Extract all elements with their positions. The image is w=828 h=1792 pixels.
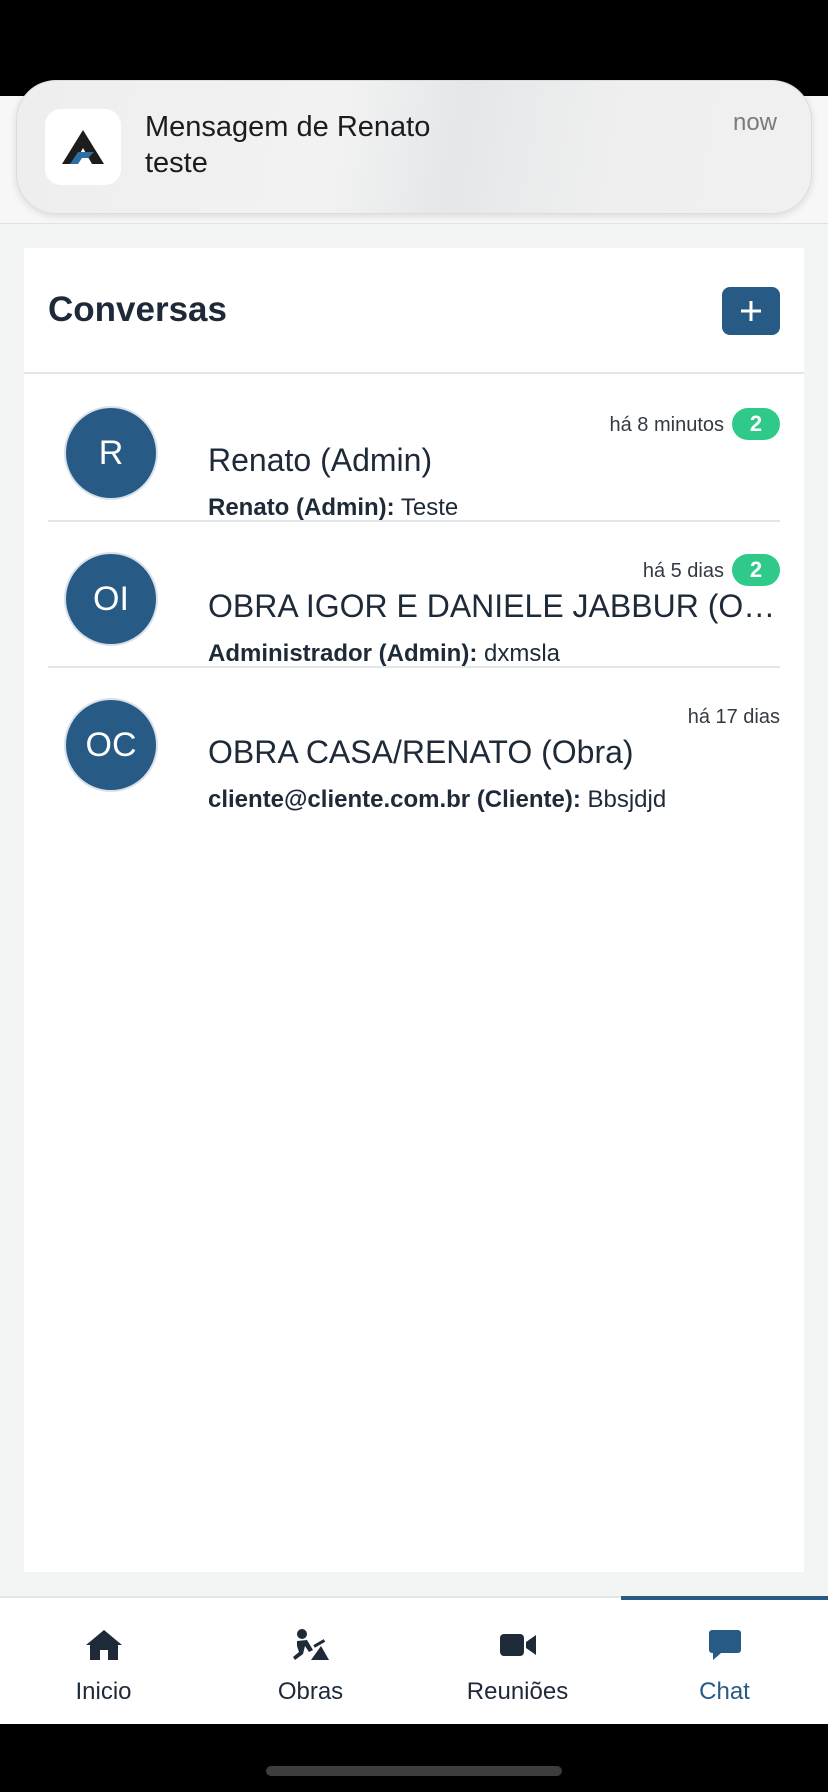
conversations-card: Conversas R há 8 minutos 2 Renato (Admin… bbox=[24, 248, 804, 1572]
conversation-time: há 8 minutos bbox=[609, 414, 724, 436]
notification-time: now bbox=[732, 109, 777, 136]
unread-badge: 2 bbox=[732, 408, 780, 440]
conversation-name: OBRA IGOR E DANIELE JABBUR (Obra) bbox=[208, 588, 780, 624]
construction-worker-icon bbox=[207, 1626, 414, 1664]
tab-chat[interactable]: Chat bbox=[621, 1598, 828, 1724]
preview-sender: Renato (Admin): bbox=[208, 494, 395, 521]
unread-badge: 2 bbox=[732, 554, 780, 586]
conversation-item[interactable]: R há 8 minutos 2 Renato (Admin) Renato (… bbox=[48, 376, 780, 522]
preview-message: dxmsla bbox=[484, 640, 561, 667]
notification-banner[interactable]: Mensagem de Renato teste now bbox=[16, 80, 812, 214]
screen: Mensagem de Renato teste now Conversas R… bbox=[0, 0, 828, 1792]
app-logo-icon bbox=[45, 109, 121, 185]
tab-obras[interactable]: Obras bbox=[207, 1598, 414, 1724]
notification-title: Mensagem de Renato bbox=[145, 111, 431, 143]
conversation-preview: cliente@cliente.com.br (Cliente): Bbsjdj… bbox=[208, 786, 666, 814]
video-camera-icon bbox=[414, 1626, 621, 1664]
conversation-preview: Administrador (Admin): dxmsla bbox=[208, 640, 560, 668]
tab-reunioes[interactable]: Reuniões bbox=[414, 1598, 621, 1724]
conversation-time: há 5 dias bbox=[642, 560, 724, 582]
page-title: Conversas bbox=[48, 290, 227, 329]
tab-label: Reuniões bbox=[466, 1678, 569, 1705]
avatar: R bbox=[64, 406, 158, 500]
avatar: OI bbox=[64, 552, 158, 646]
tab-label: Chat bbox=[699, 1678, 750, 1705]
conversation-preview: Renato (Admin): Teste bbox=[208, 494, 458, 522]
tab-bar: Inicio Obras Reuniões Chat bbox=[0, 1596, 828, 1724]
conversation-name: Renato (Admin) bbox=[208, 442, 433, 478]
tab-label: Inicio bbox=[75, 1678, 132, 1705]
avatar: OC bbox=[64, 698, 158, 792]
conversation-name: OBRA CASA/RENATO (Obra) bbox=[208, 734, 634, 770]
home-icon bbox=[0, 1626, 207, 1664]
tab-label: Obras bbox=[277, 1678, 344, 1705]
chat-bubble-icon bbox=[621, 1626, 828, 1664]
plus-icon bbox=[741, 301, 761, 321]
preview-sender: cliente@cliente.com.br (Cliente): bbox=[208, 786, 581, 813]
preview-message: Teste bbox=[400, 494, 459, 521]
conversation-item[interactable]: OI há 5 dias 2 OBRA IGOR E DANIELE JABBU… bbox=[48, 522, 780, 668]
preview-message: Bbsjdjd bbox=[587, 786, 667, 813]
tab-inicio[interactable]: Inicio bbox=[0, 1598, 207, 1724]
home-indicator[interactable] bbox=[266, 1766, 562, 1776]
conversation-time: há 17 dias bbox=[687, 706, 780, 728]
conversation-item[interactable]: OC há 17 dias OBRA CASA/RENATO (Obra) cl… bbox=[48, 668, 780, 814]
preview-sender: Administrador (Admin): bbox=[208, 640, 478, 667]
new-conversation-button[interactable] bbox=[722, 287, 780, 335]
notification-body: teste bbox=[145, 147, 208, 179]
home-indicator-area bbox=[0, 1724, 828, 1792]
card-header: Conversas bbox=[24, 248, 804, 374]
